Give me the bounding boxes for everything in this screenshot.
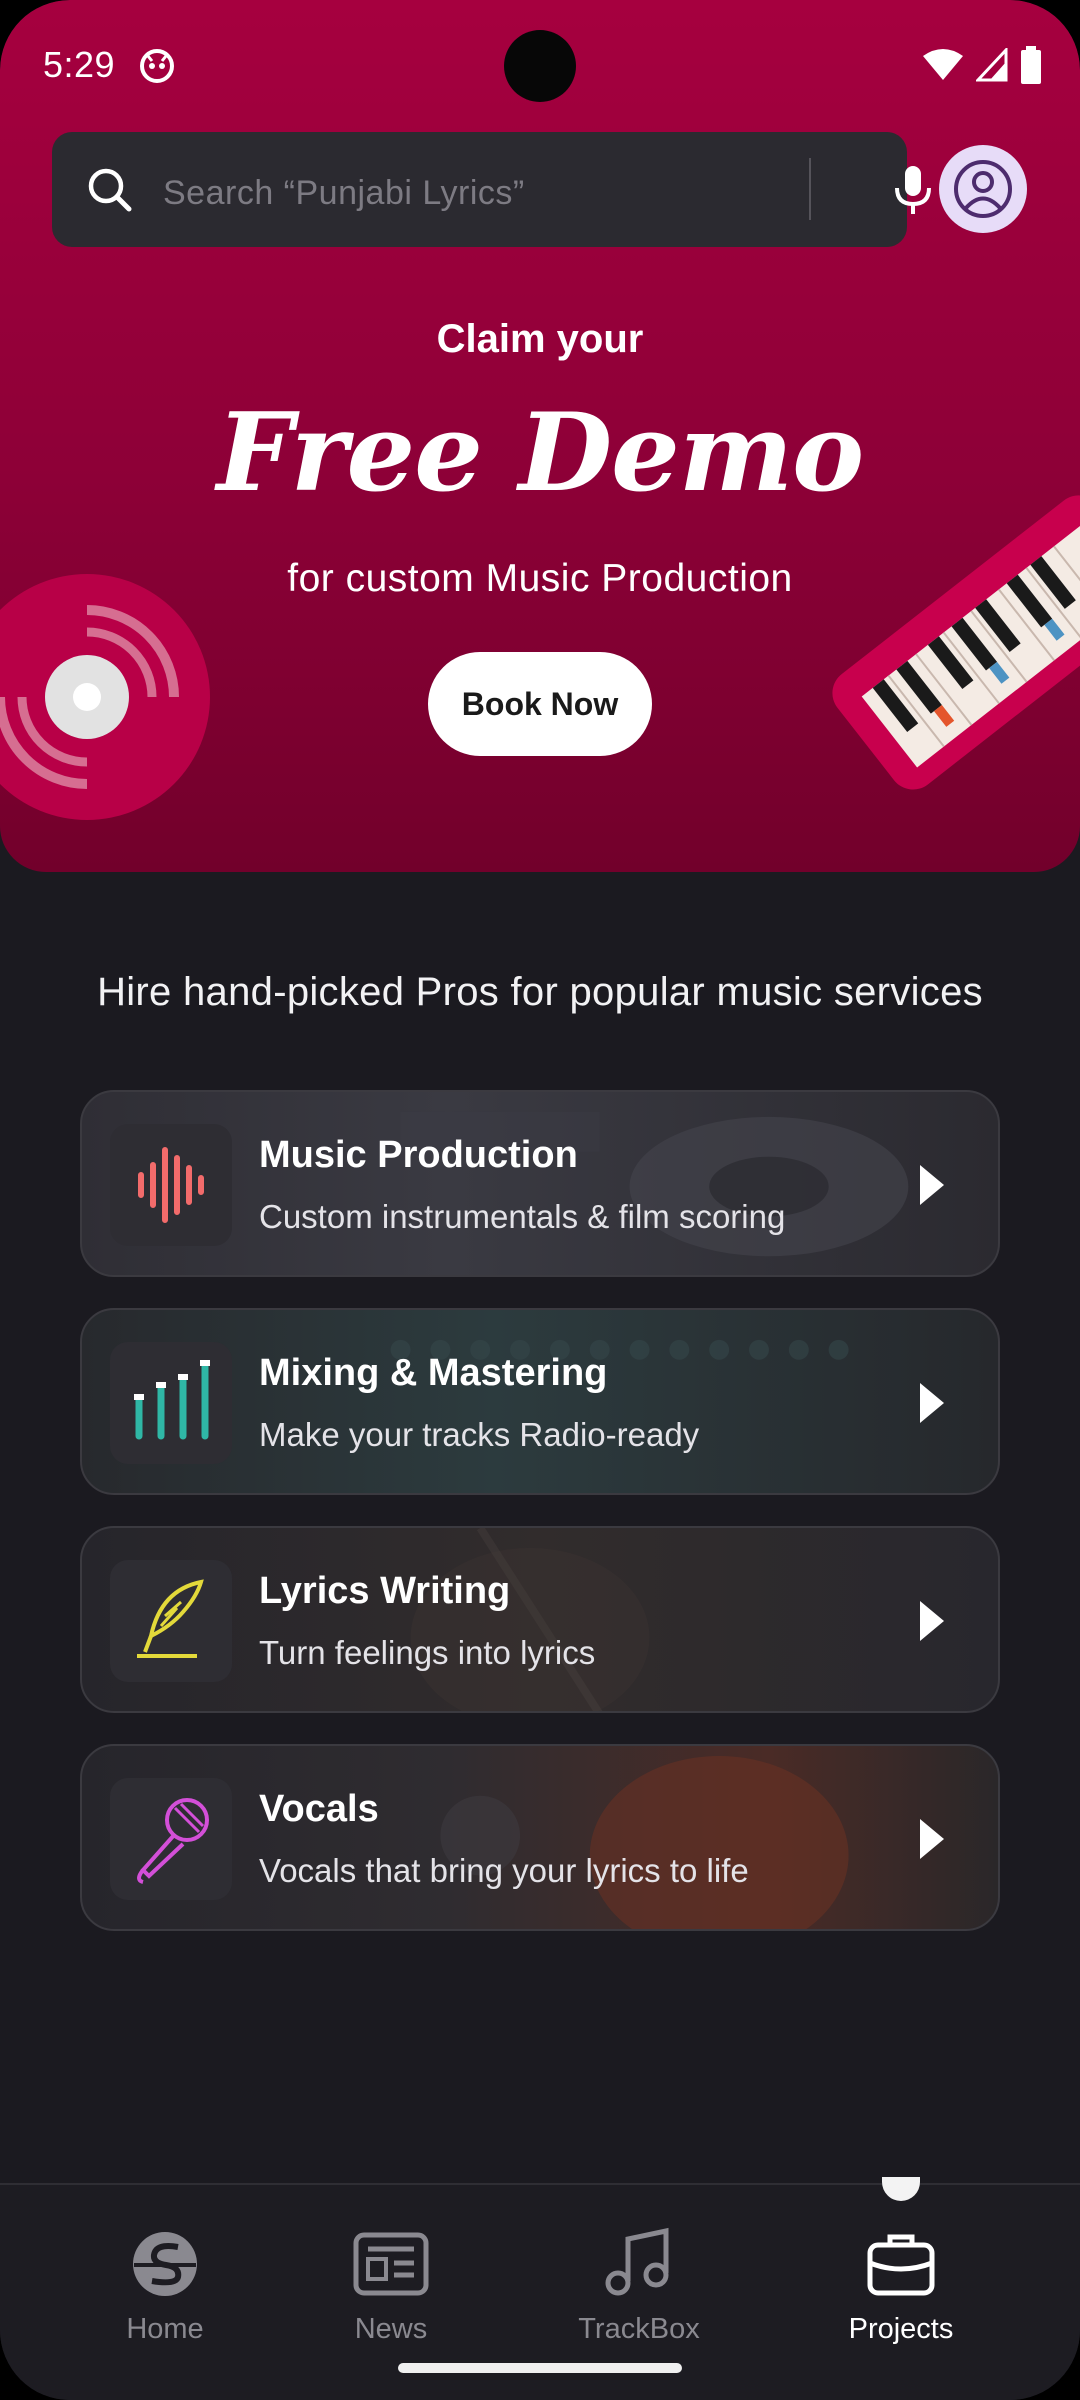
service-title: Vocals bbox=[259, 1788, 379, 1830]
chevron-right-icon bbox=[920, 1165, 944, 1205]
service-title: Lyrics Writing bbox=[259, 1570, 511, 1612]
hero-subline: for custom Music Production bbox=[287, 557, 793, 600]
nav-label: News bbox=[354, 2313, 428, 2345]
nav-label: Projects bbox=[848, 2313, 954, 2345]
waveform-icon bbox=[138, 1147, 204, 1223]
battery-icon bbox=[1021, 46, 1041, 84]
keyboard-illustration bbox=[832, 495, 1080, 790]
chevron-right-icon bbox=[920, 1601, 944, 1641]
section-heading: Hire hand-picked Pros for popular music … bbox=[97, 970, 983, 1014]
hero-headline: Free Demo bbox=[216, 390, 864, 516]
search-placeholder: Search “Punjabi Lyrics” bbox=[163, 174, 525, 212]
app-screen: 5:29 Search “Punjabi Lyrics” Claim your … bbox=[0, 0, 1080, 2400]
nav-item-trackbox[interactable]: TrackBox bbox=[549, 2225, 729, 2346]
camera-cutout bbox=[504, 30, 576, 102]
microphone-icon bbox=[137, 1798, 209, 1884]
book-now-button[interactable]: Book Now bbox=[428, 652, 652, 756]
service-title: Mixing & Mastering bbox=[259, 1352, 608, 1394]
nav-item-home[interactable]: Home bbox=[75, 2225, 255, 2346]
nav-label: TrackBox bbox=[578, 2313, 700, 2345]
service-card-music-production[interactable]: Music Production Custom instrumentals & … bbox=[80, 1090, 1000, 1277]
active-tab-indicator bbox=[882, 2177, 920, 2201]
hero-banner: 5:29 Search “Punjabi Lyrics” Claim your … bbox=[0, 0, 1080, 872]
service-description: Custom instrumentals & film scoring bbox=[259, 1198, 786, 1235]
wifi-icon bbox=[923, 49, 963, 80]
hero-claim-text: Claim your bbox=[436, 317, 644, 361]
home-logo-icon bbox=[133, 2232, 197, 2296]
search-divider bbox=[809, 158, 811, 220]
gesture-home-indicator[interactable] bbox=[398, 2363, 682, 2373]
news-icon bbox=[353, 2232, 429, 2296]
service-icon-box bbox=[110, 1342, 232, 1464]
service-description: Turn feelings into lyrics bbox=[259, 1634, 596, 1671]
search-icon bbox=[88, 168, 132, 212]
status-time: 5:29 bbox=[43, 44, 116, 85]
faders-icon bbox=[134, 1360, 210, 1440]
status-icons bbox=[922, 46, 1042, 84]
microphone-icon[interactable] bbox=[886, 162, 940, 216]
service-card-vocals[interactable]: Vocals Vocals that bring your lyrics to … bbox=[80, 1744, 1000, 1931]
profile-avatar[interactable] bbox=[939, 145, 1027, 233]
music-note-icon bbox=[605, 2227, 669, 2296]
service-icon-box bbox=[110, 1124, 232, 1246]
nav-item-news[interactable]: News bbox=[301, 2225, 481, 2346]
service-card-mixing-mastering[interactable]: Mixing & Mastering Make your tracks Radi… bbox=[80, 1308, 1000, 1495]
nav-item-projects[interactable]: Projects bbox=[811, 2225, 991, 2346]
service-description: Make your tracks Radio-ready bbox=[259, 1416, 700, 1453]
user-icon bbox=[954, 160, 1012, 218]
service-description: Vocals that bring your lyrics to life bbox=[259, 1852, 749, 1889]
service-title: Music Production bbox=[259, 1134, 578, 1176]
search-bar[interactable]: Search “Punjabi Lyrics” bbox=[52, 132, 931, 247]
nav-label: Home bbox=[126, 2313, 204, 2345]
app-notification-icon bbox=[140, 49, 174, 83]
status-bar: 5:29 bbox=[0, 0, 1080, 135]
chevron-right-icon bbox=[920, 1819, 944, 1859]
chevron-right-icon bbox=[920, 1383, 944, 1423]
quill-icon bbox=[137, 1579, 204, 1658]
signal-icon bbox=[976, 48, 1008, 82]
briefcase-icon bbox=[867, 2234, 935, 2296]
vinyl-record-illustration bbox=[0, 574, 210, 820]
service-card-lyrics-writing[interactable]: Lyrics Writing Turn feelings into lyrics bbox=[80, 1526, 1000, 1713]
service-icon-box bbox=[110, 1560, 232, 1682]
service-icon-box bbox=[110, 1778, 232, 1900]
